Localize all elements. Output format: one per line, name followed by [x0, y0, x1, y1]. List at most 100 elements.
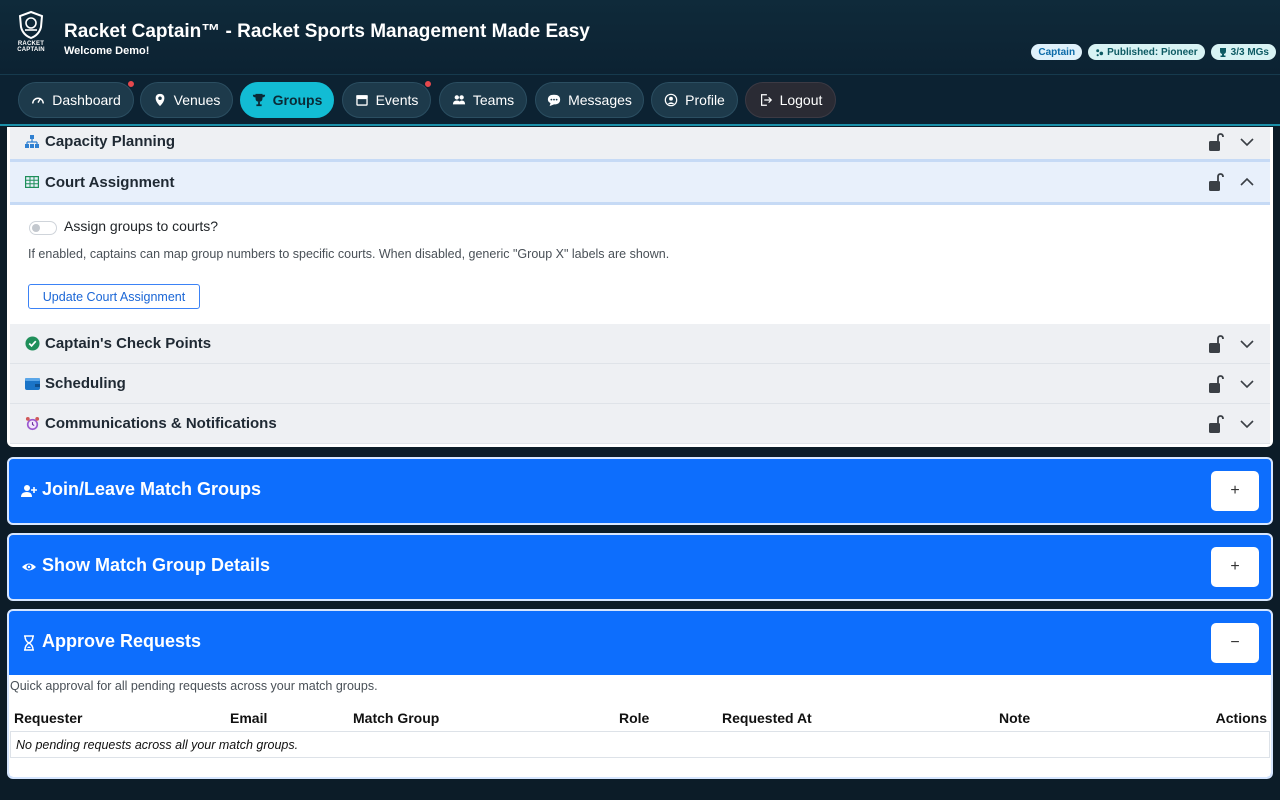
expand-button[interactable]: +	[1211, 471, 1259, 511]
accordion-capacity-planning[interactable]: Capacity Planning	[10, 127, 1270, 161]
chevron-down-icon[interactable]	[1239, 376, 1255, 392]
requests-table-header: Requester Email Match Group Role Request…	[9, 708, 1271, 730]
column-header-requester: Requester	[14, 710, 83, 726]
role-badge-label: Captain	[1038, 46, 1076, 58]
nav-dashboard-label: Dashboard	[52, 92, 121, 108]
user-plus-icon	[21, 485, 37, 497]
wallet-icon	[24, 376, 40, 392]
unlock-icon[interactable]	[1208, 132, 1224, 152]
nav-profile[interactable]: Profile	[651, 82, 738, 118]
collapse-button[interactable]: −	[1211, 623, 1259, 663]
nav-messages-label: Messages	[568, 92, 632, 108]
group-settings-card: Capacity Planning Court Assignment Assig…	[7, 127, 1273, 447]
sitemap-icon	[24, 134, 40, 150]
calendar-icon	[355, 95, 368, 106]
racket-captain-logo[interactable]: RACKET CAPTAIN	[12, 10, 50, 56]
column-header-note: Note	[999, 710, 1031, 726]
assign-courts-toggle[interactable]	[29, 221, 57, 235]
column-header-requested-at: Requested At	[722, 710, 812, 726]
accordion-title: Court Assignment	[45, 173, 175, 191]
nav-profile-label: Profile	[685, 92, 725, 108]
nav-events[interactable]: Events	[342, 80, 432, 118]
chevron-up-icon[interactable]	[1239, 174, 1255, 190]
gauge-icon	[32, 97, 45, 104]
nav-groups-label: Groups	[272, 92, 323, 108]
panel-title: Join/Leave Match Groups	[42, 479, 262, 499]
nav-dashboard[interactable]: Dashboard	[18, 80, 135, 118]
accordion-communications[interactable]: Communications & Notifications	[10, 404, 1270, 444]
published-badge-label: Published: Pioneer	[1107, 46, 1198, 58]
expand-button[interactable]: +	[1211, 547, 1259, 587]
shield-logo-icon	[18, 10, 44, 40]
trophy-icon	[252, 93, 265, 107]
column-header-email: Email	[230, 710, 268, 726]
nav-groups[interactable]: Groups	[240, 82, 334, 118]
column-header-role: Role	[619, 710, 650, 726]
nav-messages[interactable]: Messages	[535, 82, 644, 118]
nav-teams-label: Teams	[472, 92, 515, 108]
accordion-title: Communications & Notifications	[45, 415, 277, 432]
panel-title: Approve Requests	[42, 631, 202, 651]
sparkle-icon	[1096, 48, 1104, 56]
alarm-clock-icon	[24, 416, 40, 432]
toggle-knob	[32, 224, 40, 232]
nav-logout[interactable]: Logout	[745, 82, 836, 118]
panel-header[interactable]: Show Match Group Details +	[9, 535, 1271, 599]
court-assignment-help: If enabled, captains can map group numbe…	[28, 247, 670, 261]
main-nav: Dashboard Venues Groups Events Teams Mes…	[0, 75, 1280, 126]
trophy-icon	[1219, 48, 1226, 57]
nav-events-label: Events	[375, 92, 419, 108]
unlock-icon[interactable]	[1208, 334, 1224, 354]
approve-requests-panel: Approve Requests − Quick approval for al…	[7, 609, 1273, 779]
role-badge: Captain	[1031, 44, 1083, 60]
map-pin-icon	[155, 93, 165, 107]
panel-header[interactable]: Join/Leave Match Groups +	[9, 459, 1271, 523]
match-group-details-panel: Show Match Group Details +	[7, 533, 1273, 601]
notification-dot	[127, 80, 135, 88]
join-leave-panel: Join/Leave Match Groups +	[7, 457, 1273, 525]
grid-icon	[24, 174, 40, 190]
column-header-actions: Actions	[1215, 710, 1267, 726]
user-circle-icon	[664, 93, 678, 107]
panel-title: Show Match Group Details	[42, 555, 271, 575]
panel-header[interactable]: Approve Requests −	[9, 611, 1271, 675]
logout-icon	[760, 94, 772, 106]
hourglass-icon	[24, 635, 34, 651]
chevron-down-icon[interactable]	[1239, 416, 1255, 432]
accordion-title: Scheduling	[45, 375, 126, 392]
approve-requests-description: Quick approval for all pending requests …	[10, 679, 378, 693]
nav-venues-label: Venues	[173, 92, 221, 108]
accordion-court-assignment[interactable]: Court Assignment	[10, 159, 1270, 205]
status-badges: Captain Published: Pioneer 3/3 MGs	[1031, 44, 1276, 60]
published-badge: Published: Pioneer	[1088, 44, 1205, 60]
assign-courts-label: Assign groups to courts?	[64, 218, 219, 234]
nav-venues[interactable]: Venues	[140, 82, 233, 118]
unlock-icon[interactable]	[1208, 374, 1224, 394]
accordion-title: Captain's Check Points	[45, 335, 212, 352]
update-court-assignment-button[interactable]: Update Court Assignment	[28, 284, 200, 309]
column-header-match-group: Match Group	[353, 710, 440, 726]
unlock-icon[interactable]	[1208, 172, 1224, 192]
people-icon	[452, 95, 465, 105]
unlock-icon[interactable]	[1208, 414, 1224, 434]
accordion-title: Capacity Planning	[45, 133, 176, 150]
accordion-captains-check-points[interactable]: Captain's Check Points	[10, 324, 1270, 364]
nav-logout-label: Logout	[779, 92, 823, 108]
app-header: RACKET CAPTAIN Racket Captain™ - Racket …	[0, 0, 1280, 75]
empty-requests-row: No pending requests across all your matc…	[10, 731, 1270, 758]
app-title: Racket Captain™ - Racket Sports Manageme…	[64, 21, 590, 42]
nav-teams[interactable]: Teams	[439, 82, 527, 118]
welcome-message: Welcome Demo!	[64, 45, 150, 57]
chat-icon	[547, 94, 561, 107]
eye-icon	[22, 563, 36, 571]
notification-dot	[424, 80, 432, 88]
accordion-scheduling[interactable]: Scheduling	[10, 364, 1270, 404]
chevron-down-icon[interactable]	[1239, 134, 1255, 150]
chevron-down-icon[interactable]	[1239, 336, 1255, 352]
approve-requests-body: Quick approval for all pending requests …	[9, 675, 1271, 777]
match-groups-badge-label: 3/3 MGs	[1230, 46, 1269, 58]
logo-text: RACKET CAPTAIN	[17, 41, 45, 53]
court-assignment-body: Assign groups to courts? If enabled, cap…	[10, 205, 1270, 323]
match-groups-badge: 3/3 MGs	[1210, 44, 1276, 60]
check-circle-icon	[24, 336, 40, 352]
